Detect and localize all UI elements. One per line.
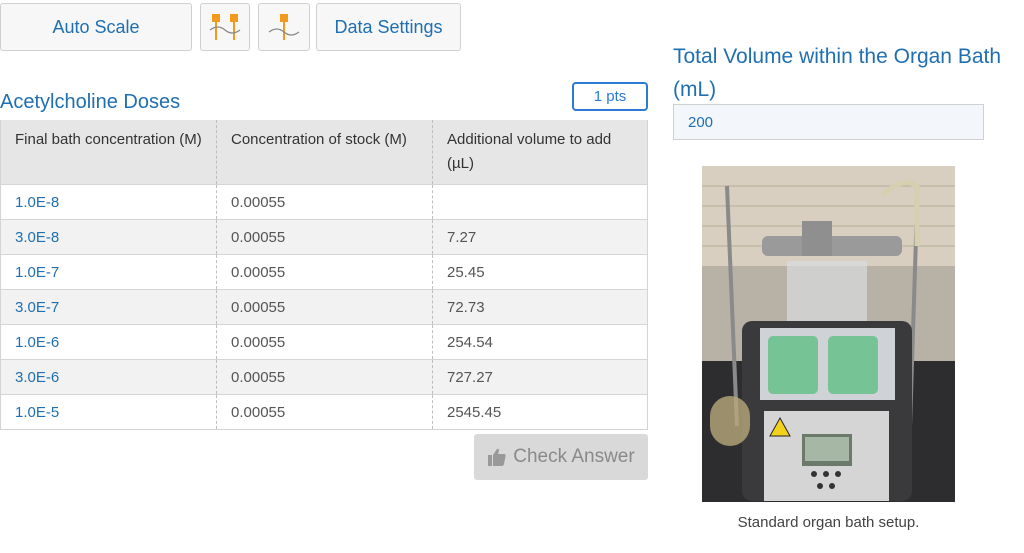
check-answer-label: Check Answer <box>513 446 635 467</box>
axis-center-icon-button[interactable] <box>258 3 310 51</box>
table-row: 1.0E-8 0.00055 <box>0 184 648 220</box>
stock-concentration-cell: 0.00055 <box>216 184 433 220</box>
data-settings-button[interactable]: Data Settings <box>316 3 461 51</box>
doses-table: Final bath concentration (M) Concentrati… <box>0 120 648 430</box>
additional-volume-cell: 7.27 <box>432 219 648 255</box>
final-concentration-cell: 3.0E-8 <box>15 228 60 246</box>
table-row: 3.0E-8 0.00055 7.27 <box>0 219 648 255</box>
stock-concentration-cell: 0.00055 <box>216 289 433 325</box>
table-row: 3.0E-7 0.00055 72.73 <box>0 289 648 325</box>
final-concentration-cell: 1.0E-5 <box>15 403 60 421</box>
stock-concentration-cell: 0.00055 <box>216 394 433 430</box>
final-concentration-cell: 1.0E-8 <box>15 193 60 211</box>
axis-center-icon <box>268 14 300 40</box>
axis-left-icon-button[interactable] <box>200 3 250 51</box>
table-row: 1.0E-7 0.00055 25.45 <box>0 254 648 290</box>
additional-volume-cell: 727.27 <box>432 359 648 395</box>
additional-volume-cell: 2545.45 <box>432 394 648 430</box>
final-concentration-cell: 1.0E-6 <box>15 333 60 351</box>
final-concentration-cell: 3.0E-6 <box>15 368 60 386</box>
volume-input[interactable] <box>673 104 984 140</box>
check-answer-button[interactable]: Check Answer <box>474 434 648 480</box>
doses-title: Acetylcholine Doses <box>0 91 181 113</box>
header-final-concentration: Final bath concentration (M) <box>0 120 217 185</box>
axis-left-icon <box>209 14 241 40</box>
table-header-row: Final bath concentration (M) Concentrati… <box>0 120 648 185</box>
final-concentration-cell: 1.0E-7 <box>15 263 60 281</box>
header-stock-concentration: Concentration of stock (M) <box>216 120 433 185</box>
additional-volume-cell[interactable] <box>432 184 648 220</box>
auto-scale-button[interactable]: Auto Scale <box>0 3 192 51</box>
additional-volume-cell: 254.54 <box>432 324 648 360</box>
points-badge: 1 pts <box>572 82 648 111</box>
photo-caption: Standard organ bath setup. <box>737 514 920 531</box>
volume-title: Total Volume within the Organ Bath (mL) <box>673 45 1002 101</box>
final-concentration-cell: 3.0E-7 <box>15 298 60 316</box>
stock-concentration-cell: 0.00055 <box>216 254 433 290</box>
stock-concentration-cell: 0.00055 <box>216 324 433 360</box>
additional-volume-cell: 72.73 <box>432 289 648 325</box>
header-additional-volume: Additional volume to add (µL) <box>432 120 648 185</box>
table-row: 1.0E-6 0.00055 254.54 <box>0 324 648 360</box>
stock-concentration-cell: 0.00055 <box>216 219 433 255</box>
stock-concentration-cell: 0.00055 <box>216 359 433 395</box>
thumbs-up-icon <box>488 448 506 466</box>
table-row: 1.0E-5 0.00055 2545.45 <box>0 394 648 430</box>
additional-volume-cell: 25.45 <box>432 254 648 290</box>
table-row: 3.0E-6 0.00055 727.27 <box>0 359 648 395</box>
organ-bath-photo <box>702 166 955 502</box>
